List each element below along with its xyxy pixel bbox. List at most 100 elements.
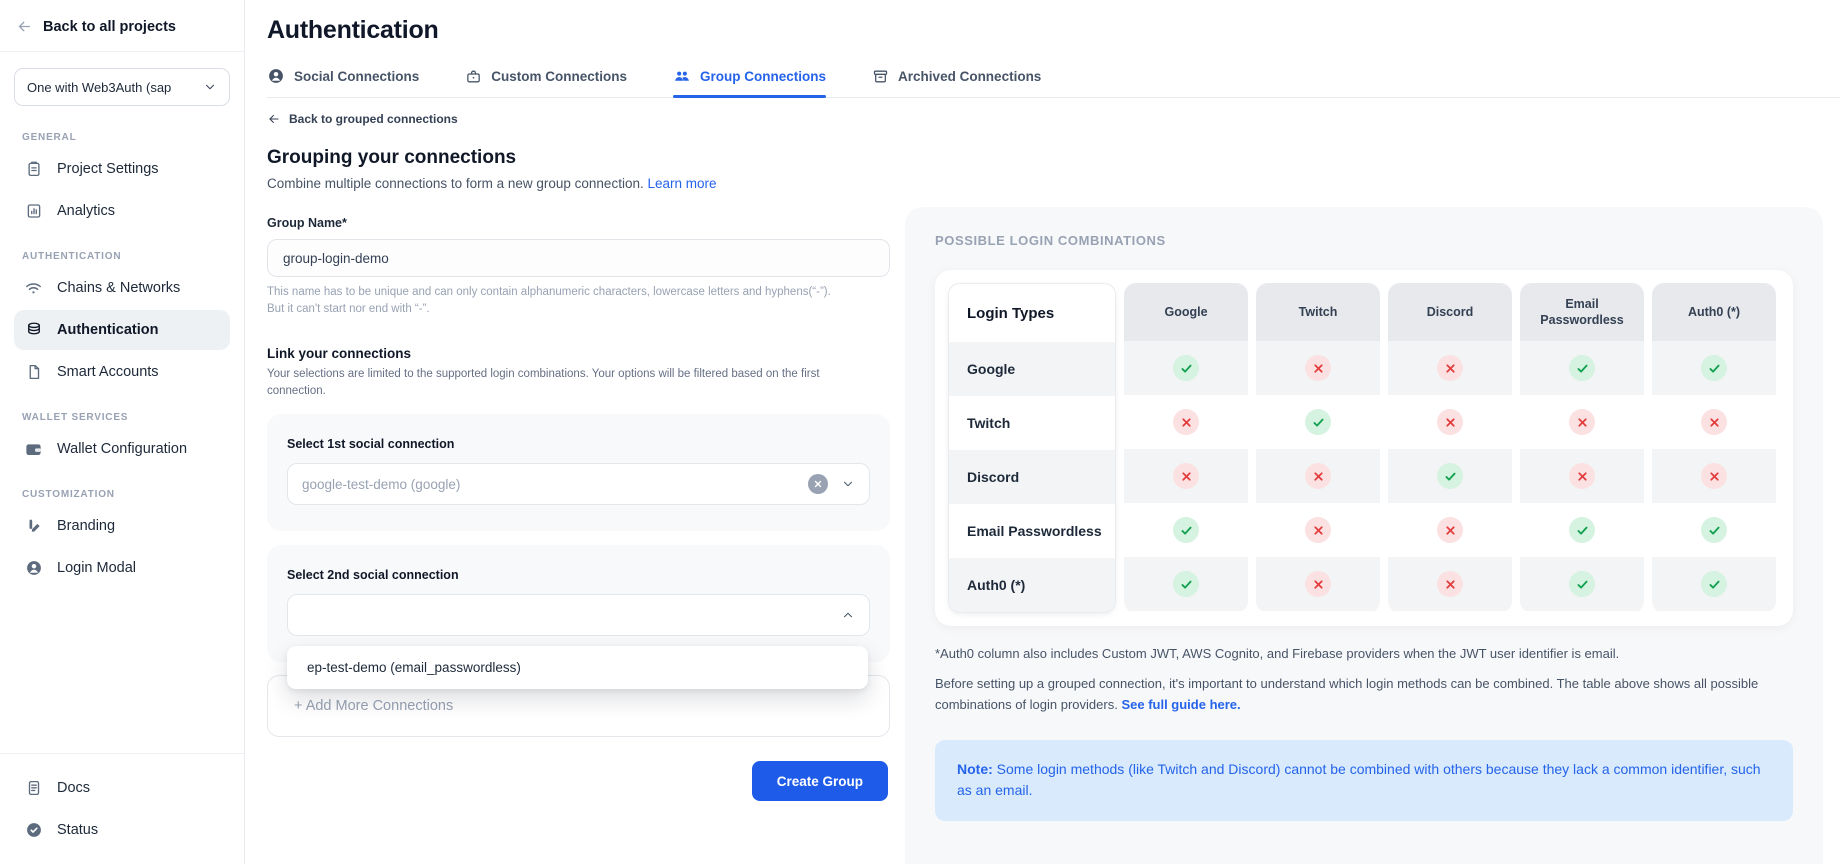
combinations-table-card: Login TypesGoogleTwitchDiscordEmail Pass… xyxy=(935,270,1793,626)
group-name-input[interactable] xyxy=(267,239,890,277)
group-form: Back to grouped connections Grouping you… xyxy=(267,112,890,801)
check-icon xyxy=(1173,355,1199,381)
first-connection-value: google-test-demo (google) xyxy=(302,477,808,492)
table-column-twitch: Twitch xyxy=(1256,283,1380,613)
check-icon xyxy=(1173,571,1199,597)
group-name-helper-line1: This name has to be unique and can only … xyxy=(267,286,831,298)
back-to-grouped-connections-label: Back to grouped connections xyxy=(289,112,458,126)
group-name-helper: This name has to be unique and can only … xyxy=(267,284,890,319)
table-cell xyxy=(1124,557,1248,611)
full-guide-link[interactable]: See full guide here. xyxy=(1121,697,1240,712)
page-title: Authentication xyxy=(267,16,1840,45)
form-description-text: Combine multiple connections to form a n… xyxy=(267,176,644,191)
file-icon xyxy=(24,363,43,381)
toolbox-icon xyxy=(465,68,482,85)
cross-icon xyxy=(1305,517,1331,543)
cross-icon xyxy=(1437,355,1463,381)
table-cell xyxy=(1124,395,1248,449)
sidebar-item-authentication[interactable]: Authentication xyxy=(14,310,230,350)
table-column-header: Discord xyxy=(1388,283,1512,341)
cross-icon xyxy=(1305,571,1331,597)
sidebar-item-analytics[interactable]: Analytics xyxy=(14,191,230,231)
clipboard-icon xyxy=(24,160,43,178)
table-cell xyxy=(1388,557,1512,611)
project-selector[interactable]: One with Web3Auth (sap xyxy=(14,68,230,106)
sidebar-item-label: Branding xyxy=(57,518,115,534)
check-icon xyxy=(1569,571,1595,597)
tab-custom-connections[interactable]: Custom Connections xyxy=(465,67,627,97)
table-corner-header: Login Types xyxy=(949,284,1115,342)
section-label-authentication: AUTHENTICATION xyxy=(22,251,222,262)
sidebar-item-wallet-configuration[interactable]: Wallet Configuration xyxy=(14,429,230,469)
table-row-label-twitch: Twitch xyxy=(949,396,1115,450)
chevron-down-icon xyxy=(203,80,217,94)
form-heading: Grouping your connections xyxy=(267,147,890,169)
chart-icon xyxy=(24,202,43,220)
tab-social-connections[interactable]: Social Connections xyxy=(267,67,419,97)
wallet-icon xyxy=(24,440,43,459)
chevron-down-icon xyxy=(841,477,855,491)
second-connection-select[interactable] xyxy=(287,594,870,636)
table-cell xyxy=(1256,503,1380,557)
table-cell xyxy=(1652,395,1776,449)
tab-label: Archived Connections xyxy=(898,69,1041,84)
check-icon xyxy=(1437,463,1463,489)
sidebar-item-chains-networks[interactable]: Chains & Networks xyxy=(14,268,230,308)
table-cell xyxy=(1520,449,1644,503)
cross-icon xyxy=(1569,463,1595,489)
table-cell xyxy=(1124,449,1248,503)
sidebar-item-label: Docs xyxy=(57,780,90,796)
first-connection-select[interactable]: google-test-demo (google) xyxy=(287,463,870,505)
cross-icon xyxy=(1437,409,1463,435)
clear-selection-icon[interactable] xyxy=(808,474,828,494)
sidebar: Back to all projects One with Web3Auth (… xyxy=(0,0,245,864)
table-row-label-email-passwordless: Email Passwordless xyxy=(949,504,1115,558)
dropdown-option[interactable]: ep-test-demo (email_passwordless) xyxy=(287,646,868,689)
sidebar-item-project-settings[interactable]: Project Settings xyxy=(14,149,230,189)
sidebar-nav: GENERAL Project Settings Analytics AUTHENTI… xyxy=(0,112,244,590)
table-cell xyxy=(1520,503,1644,557)
guide-text: Before setting up a grouped connection, … xyxy=(935,674,1784,716)
sidebar-item-label: Analytics xyxy=(57,203,115,219)
project-selector-value: One with Web3Auth (sap xyxy=(27,80,171,95)
sidebar-item-label: Status xyxy=(57,822,98,838)
cross-icon xyxy=(1569,409,1595,435)
note-label: Note: xyxy=(957,761,993,777)
link-connections-heading: Link your connections xyxy=(267,346,890,361)
table-cell xyxy=(1256,449,1380,503)
cross-icon xyxy=(1305,463,1331,489)
table-row-labels-column: Login TypesGoogleTwitchDiscordEmail Pass… xyxy=(948,283,1116,613)
check-icon xyxy=(1701,355,1727,381)
check-icon xyxy=(1701,571,1727,597)
sidebar-item-branding[interactable]: Branding xyxy=(14,506,230,546)
back-to-grouped-connections-link[interactable]: Back to grouped connections xyxy=(267,112,890,126)
cross-icon xyxy=(1437,517,1463,543)
arrow-left-icon xyxy=(16,18,33,35)
table-cell xyxy=(1520,341,1644,395)
cross-icon xyxy=(1437,571,1463,597)
learn-more-link[interactable]: Learn more xyxy=(647,176,716,191)
note-box: Note: Some login methods (like Twitch an… xyxy=(935,740,1793,821)
database-icon xyxy=(24,321,43,339)
sidebar-item-label: Chains & Networks xyxy=(57,280,180,296)
user-circle-icon xyxy=(24,559,43,577)
auth0-footnote: *Auth0 column also includes Custom JWT, … xyxy=(935,646,1793,661)
tab-label: Custom Connections xyxy=(491,69,627,84)
sidebar-item-smart-accounts[interactable]: Smart Accounts xyxy=(14,352,230,392)
sidebar-item-docs[interactable]: Docs xyxy=(14,768,230,808)
table-cell xyxy=(1124,503,1248,557)
table-row-label-discord: Discord xyxy=(949,450,1115,504)
tab-group-connections[interactable]: Group Connections xyxy=(673,67,826,97)
sidebar-item-status[interactable]: Status xyxy=(14,810,230,850)
app-window: Back to all projects One with Web3Auth (… xyxy=(0,0,1840,864)
table-cell xyxy=(1388,341,1512,395)
tab-archived-connections[interactable]: Archived Connections xyxy=(872,67,1041,97)
table-cell xyxy=(1520,395,1644,449)
select-1st-connection-label: Select 1st social connection xyxy=(287,437,870,451)
table-column-header: Email Passwordless xyxy=(1520,283,1644,341)
form-description: Combine multiple connections to form a n… xyxy=(267,176,890,191)
section-label-general: GENERAL xyxy=(22,132,222,143)
back-to-projects-link[interactable]: Back to all projects xyxy=(0,0,244,52)
create-group-button[interactable]: Create Group xyxy=(752,761,888,801)
sidebar-item-login-modal[interactable]: Login Modal xyxy=(14,548,230,588)
